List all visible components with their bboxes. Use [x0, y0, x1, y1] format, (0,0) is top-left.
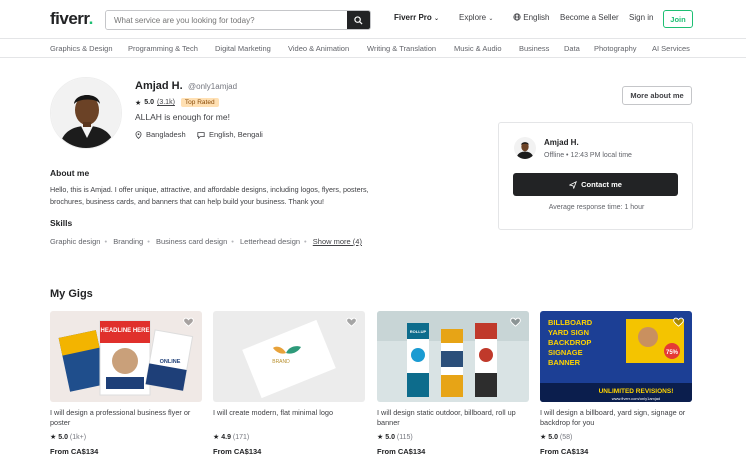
star-icon: ★	[213, 434, 220, 441]
category-item[interactable]: Business	[519, 44, 549, 53]
nav-sign-in[interactable]: Sign in	[629, 13, 653, 22]
gig-image-text: YARD SIGN	[548, 328, 589, 337]
gig-card[interactable]: BILLBOARD YARD SIGN BACKDROP SIGNAGE BAN…	[540, 311, 692, 456]
gig-image-text: HEADLINE HERE	[100, 328, 149, 334]
contact-avatar	[514, 137, 536, 159]
more-about-me-button[interactable]: More about me	[622, 86, 692, 105]
gig-rating: ★ 5.0 (115)	[377, 434, 413, 441]
gig-price: From CA$134	[213, 447, 262, 456]
gig-image-text: BACKDROP	[548, 338, 591, 347]
category-item[interactable]: Programming & Tech	[128, 44, 198, 53]
gig-rating: ★ 5.0 (58)	[540, 434, 573, 441]
chevron-down-icon: ⌄	[434, 16, 440, 22]
search-input[interactable]	[106, 11, 347, 29]
gig-rating: ★ 5.0 (1k+)	[50, 434, 87, 441]
heart-icon[interactable]	[346, 317, 357, 327]
about-text: Hello, this is Amjad. I offer unique, at…	[50, 185, 369, 206]
gig-price: From CA$134	[50, 447, 99, 456]
gig-title[interactable]: I will design static outdoor, billboard,…	[377, 408, 529, 428]
gig-thumbnail[interactable]: BRAND	[213, 311, 365, 402]
skills-heading: Skills	[50, 218, 73, 228]
send-icon	[569, 180, 578, 189]
gig-card[interactable]: HEADLINE HERE ONLINE I will design a pro…	[50, 311, 202, 456]
nav-language[interactable]: English	[513, 13, 549, 22]
gig-thumbnail[interactable]: HEADLINE HERE ONLINE	[50, 311, 202, 402]
gig-image-text: BILLBOARD	[548, 318, 593, 327]
category-item[interactable]: Data	[564, 44, 580, 53]
globe-icon	[513, 13, 521, 21]
review-count-link[interactable]: (3.1k)	[157, 99, 175, 106]
gig-rating: ★ 4.9 (171)	[213, 434, 250, 441]
star-icon: ★	[50, 434, 57, 441]
profile-location: Bangladesh	[135, 130, 186, 139]
gig-image-text: ROLLUP	[410, 329, 427, 334]
category-item[interactable]: Writing & Translation	[367, 44, 436, 53]
gig-image-text: BRAND	[272, 359, 290, 365]
profile-tagline: ALLAH is enough for me!	[135, 112, 230, 122]
gig-title[interactable]: I will design a billboard, yard sign, si…	[540, 408, 692, 428]
search-button[interactable]	[347, 11, 370, 29]
about-heading: About me	[50, 168, 90, 178]
chat-bubble-icon	[197, 131, 205, 139]
top-rated-badge: Top Rated	[180, 98, 219, 107]
top-navbar: fiverr. Fiverr Pro ⌄ Explore ⌄ English B…	[0, 0, 746, 38]
profile-languages: English, Bengali	[197, 130, 263, 139]
gig-thumbnail[interactable]: BILLBOARD YARD SIGN BACKDROP SIGNAGE BAN…	[540, 311, 692, 402]
gig-image-text: 75%	[666, 350, 679, 356]
gigs-heading: My Gigs	[50, 288, 93, 300]
search-bar	[105, 10, 371, 30]
nav-become-seller[interactable]: Become a Seller	[560, 13, 619, 22]
gig-image-text: BANNER	[548, 358, 581, 367]
star-icon: ★	[377, 434, 384, 441]
gig-image-text: UNLIMITED REVISIONS!	[599, 388, 674, 395]
location-pin-icon	[135, 130, 142, 139]
skills-list: Graphic design • Branding • Business card …	[50, 237, 362, 246]
star-icon: ★	[540, 434, 547, 441]
chevron-down-icon: ⌄	[488, 16, 494, 22]
heart-icon[interactable]	[510, 317, 521, 327]
category-item[interactable]: Graphics & Design	[50, 44, 113, 53]
skill-item[interactable]: Branding	[113, 237, 143, 246]
gig-title[interactable]: I will design a professional business fl…	[50, 408, 202, 428]
profile-rating: ★ 5.0 (3.1k) Top Rated	[135, 98, 219, 107]
category-item[interactable]: Music & Audio	[454, 44, 502, 53]
gig-image-text: SIGNAGE	[548, 348, 583, 357]
search-icon	[354, 15, 363, 25]
nav-fiverr-pro[interactable]: Fiverr Pro ⌄	[394, 13, 439, 22]
fiverr-logo[interactable]: fiverr.	[50, 9, 93, 29]
profile-avatar	[50, 77, 122, 149]
response-time: Average response time: 1 hour	[548, 204, 645, 211]
category-item[interactable]: Photography	[594, 44, 637, 53]
gig-card[interactable]: BRAND I will create modern, flat minimal…	[213, 311, 365, 456]
gig-card[interactable]: ROLLUP I will design static outdoor, bil…	[377, 311, 529, 456]
skill-item[interactable]: Letterhead design	[240, 237, 300, 246]
category-item[interactable]: Video & Animation	[288, 44, 349, 53]
heart-icon[interactable]	[673, 317, 684, 327]
gig-price: From CA$134	[377, 447, 426, 456]
gig-image-text: www.fiverr.com/only1amjad	[612, 396, 660, 401]
contact-name: Amjad H.	[544, 138, 579, 147]
gig-thumbnail[interactable]: ROLLUP	[377, 311, 529, 402]
profile-name: Amjad H.	[135, 80, 183, 92]
skill-item[interactable]: Graphic design	[50, 237, 100, 246]
gig-price: From CA$134	[540, 447, 589, 456]
heart-icon[interactable]	[183, 317, 194, 327]
nav-explore[interactable]: Explore ⌄	[459, 13, 493, 22]
category-item[interactable]: Digital Marketing	[215, 44, 271, 53]
show-more-skills-link[interactable]: Show more (4)	[313, 237, 362, 246]
contact-status: Offline • 12:43 PM local time	[544, 152, 632, 159]
category-bar: Graphics & Design Programming & Tech Dig…	[0, 38, 746, 58]
contact-card: Amjad H. Offline • 12:43 PM local time C…	[498, 122, 693, 230]
join-button[interactable]: Join	[663, 10, 693, 28]
gig-image-text: ONLINE	[160, 359, 181, 365]
profile-username: @only1amjad	[188, 82, 238, 91]
category-item[interactable]: AI Services	[652, 44, 690, 53]
gig-title[interactable]: I will create modern, flat minimal logo	[213, 408, 365, 428]
skill-item[interactable]: Business card design	[156, 237, 227, 246]
star-icon: ★	[135, 99, 142, 107]
contact-me-button[interactable]: Contact me	[513, 173, 678, 196]
